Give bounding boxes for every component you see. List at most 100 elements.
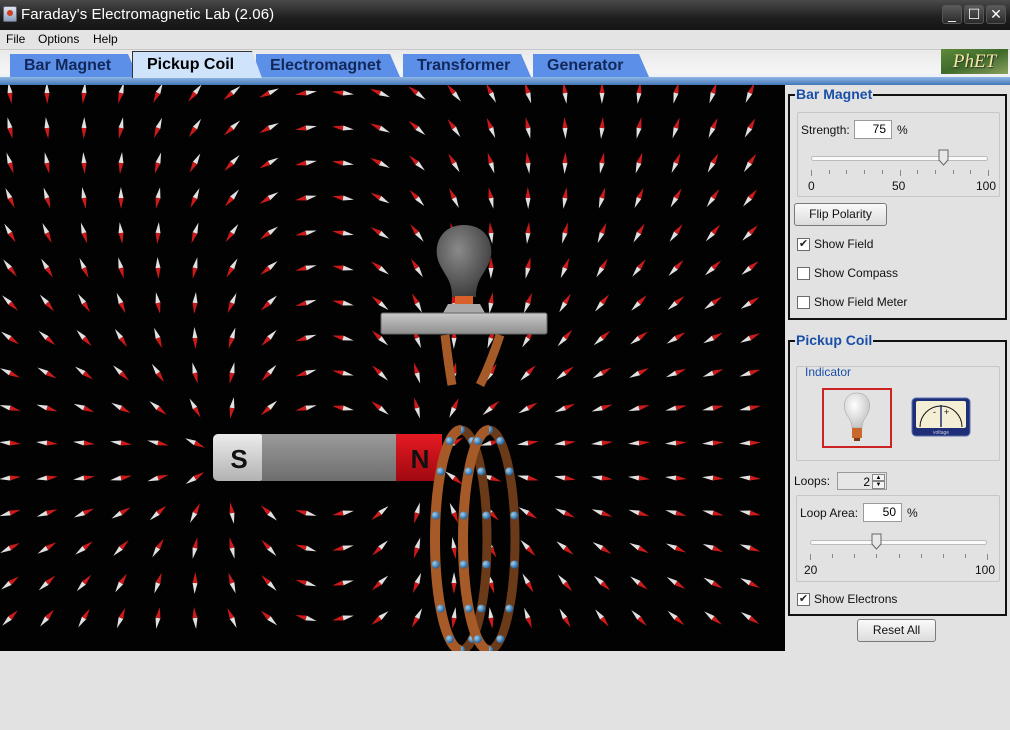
strength-input[interactable]: 75 [854, 120, 892, 139]
electron [459, 511, 468, 520]
menu-file[interactable]: File [6, 32, 25, 46]
field-needle [295, 334, 317, 342]
show-electrons-checkbox[interactable]: ✔ [797, 593, 810, 606]
strength-slider-thumb[interactable] [938, 149, 949, 166]
field-needle [562, 152, 568, 174]
field-needle [703, 577, 723, 589]
bulb-socket [443, 304, 485, 313]
field-needle [295, 265, 317, 271]
loop-area-slider-track[interactable] [810, 540, 987, 545]
loops-spinner[interactable]: 2 ▲ ▼ [837, 472, 887, 490]
show-compass-label[interactable]: Show Compass [814, 266, 898, 280]
electron [482, 511, 491, 520]
field-needle [192, 292, 198, 314]
field-needle [673, 85, 679, 104]
field-needle [562, 187, 568, 209]
field-needle [295, 160, 317, 166]
minimize-button[interactable]: _ [942, 5, 962, 24]
field-needle [597, 222, 607, 244]
field-needle [295, 90, 317, 96]
field-needle [372, 365, 388, 381]
show-field-meter-checkbox[interactable] [797, 296, 810, 309]
field-needle [332, 510, 354, 516]
field-needle [332, 125, 354, 131]
field-needle [449, 188, 459, 208]
reset-all-button[interactable]: Reset All [857, 619, 936, 642]
menu-help[interactable]: Help [93, 32, 118, 46]
field-needle [155, 292, 161, 314]
field-needle [190, 187, 200, 209]
tab-generator[interactable]: Generator [533, 54, 649, 77]
field-needle [665, 543, 687, 553]
indicator-voltmeter-option[interactable]: - + voltage [911, 397, 971, 437]
field-needle [411, 258, 423, 278]
electron [482, 560, 491, 569]
loop-area-input[interactable]: 50 [863, 503, 902, 522]
field-needle [189, 398, 201, 418]
loop-area-slider-thumb[interactable] [871, 533, 882, 550]
field-needle [224, 189, 240, 207]
field-needle [185, 472, 205, 484]
tab-pickup-coil[interactable]: Pickup Coil [132, 51, 262, 78]
bar-magnet[interactable]: S N [213, 434, 442, 481]
field-needle [81, 85, 87, 104]
tab-electromagnet[interactable]: Electromagnet [256, 54, 400, 77]
slider-tick [846, 170, 848, 174]
field-needle [188, 118, 202, 138]
field-needle [149, 505, 167, 521]
field-needle [559, 293, 571, 313]
field-needle [370, 158, 390, 168]
electron [477, 604, 486, 613]
field-needle [629, 368, 649, 378]
field-needle [524, 85, 532, 104]
field-needle [562, 117, 568, 139]
field-needle [154, 572, 162, 594]
field-needle [111, 402, 131, 414]
show-field-meter-label[interactable]: Show Field Meter [814, 295, 907, 309]
show-field-checkbox[interactable]: ✔ [797, 238, 810, 251]
field-needle [38, 330, 56, 346]
field-needle [667, 610, 685, 626]
field-needle [78, 608, 90, 628]
phet-logo[interactable]: PhET [941, 49, 1008, 74]
field-needle [371, 611, 389, 625]
show-compass-checkbox[interactable] [797, 267, 810, 280]
strength-slider-track[interactable] [811, 156, 988, 161]
loops-increment-button[interactable]: ▲ [872, 474, 885, 481]
magnet-body [262, 434, 398, 481]
field-needle [635, 152, 643, 174]
field-needle [155, 607, 161, 629]
loops-decrement-button[interactable]: ▼ [872, 481, 885, 489]
field-needle [593, 575, 611, 591]
field-needle [42, 222, 52, 244]
tab-transformer[interactable]: Transformer [403, 54, 531, 77]
field-needle [591, 475, 613, 481]
indicator-label: Indicator [805, 365, 852, 379]
field-needle [332, 370, 354, 376]
field-needle [332, 580, 354, 586]
field-needle [595, 609, 609, 627]
field-needle [228, 327, 236, 349]
menu-options[interactable]: Options [38, 32, 79, 46]
field-needle [295, 369, 317, 377]
simulation-canvas[interactable]: S N [0, 85, 785, 651]
field-needle [482, 400, 500, 416]
field-needle [36, 475, 58, 481]
field-needle [705, 224, 721, 242]
flip-polarity-button[interactable]: Flip Polarity [794, 203, 887, 226]
field-needle [487, 152, 495, 174]
field-needle [154, 117, 162, 139]
field-needle [520, 539, 536, 557]
tab-bar-magnet[interactable]: Bar Magnet [10, 54, 138, 77]
electron [473, 436, 482, 445]
field-needle [332, 230, 354, 236]
maximize-button[interactable]: ☐ [964, 5, 984, 24]
pickup-coil-title: Pickup Coil [795, 332, 874, 348]
show-field-label[interactable]: Show Field [814, 237, 873, 251]
field-needle [75, 366, 93, 380]
electron [496, 436, 505, 445]
close-button[interactable]: ✕ [986, 5, 1006, 24]
show-electrons-label[interactable]: Show Electrons [814, 592, 897, 606]
coil-loop-front [430, 425, 462, 651]
indicator-lightbulb-option[interactable] [822, 388, 892, 448]
